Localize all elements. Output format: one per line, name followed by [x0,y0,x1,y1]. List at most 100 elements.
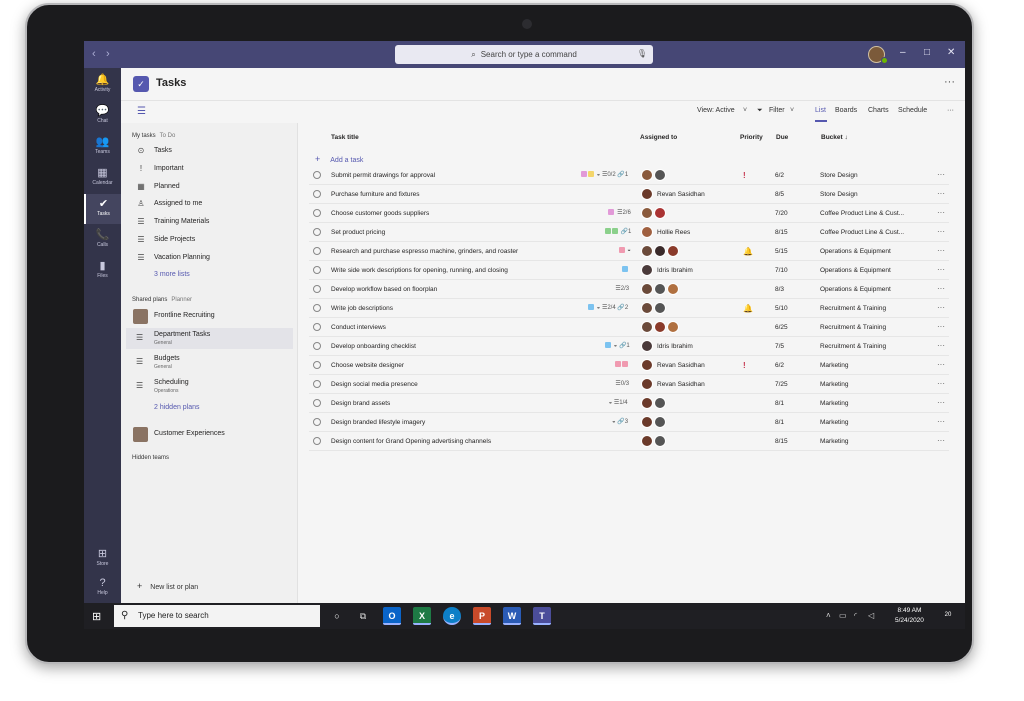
col-assigned[interactable]: Assigned to [640,134,677,141]
task-title[interactable]: Choose customer goods suppliers [331,210,429,217]
assignee-avatar[interactable] [641,226,653,238]
microphone-icon[interactable]: 🎙 [637,49,647,58]
sidebar-item-planned[interactable]: ▦ Planned [126,179,293,196]
chevron-up-icon[interactable]: ˄ [826,611,831,620]
task-complete-checkbox[interactable] [313,304,321,312]
more-options-icon[interactable]: ··· [937,227,945,236]
excel-icon[interactable]: X [413,607,431,625]
task-row[interactable]: Design branded lifestyle imagery ◒ 🔗3 8/1… [309,413,949,432]
tab-list[interactable]: List [815,107,826,114]
assignee-avatar[interactable] [654,435,666,447]
task-row[interactable]: Conduct interviews 6/25 Recruitment & Tra… [309,318,949,337]
task-title[interactable]: Write job descriptions [331,305,393,312]
task-title[interactable]: Develop workflow based on floorplan [331,286,437,293]
more-options-icon[interactable]: ··· [937,398,945,407]
battery-icon[interactable]: ▭ [839,611,847,620]
more-options-icon[interactable]: ··· [937,170,945,179]
appbar-help[interactable]: ? Help [84,573,121,603]
col-bucket[interactable]: Bucket ↓ [821,134,848,141]
plan-department-tasks[interactable]: ☰ Department Tasks General [126,328,293,349]
task-complete-checkbox[interactable] [313,266,321,274]
assignee-avatar[interactable] [667,245,679,257]
hamburger-menu-icon[interactable]: ☰ [137,106,146,117]
sidebar-item-side-projects[interactable]: ☰ Side Projects [126,232,293,249]
task-title[interactable]: Develop onboarding checklist [331,343,416,350]
appbar-teams[interactable]: 👥 Teams [84,132,121,162]
hidden-teams-heading[interactable]: Hidden teams [132,455,169,461]
task-complete-checkbox[interactable] [313,380,321,388]
sidebar-item-assigned[interactable]: ♙ Assigned to me [126,196,293,213]
task-title[interactable]: Research and purchase espresso machine, … [331,248,518,255]
task-complete-checkbox[interactable] [313,437,321,445]
tab-charts[interactable]: Charts [868,107,889,114]
task-title[interactable]: Write side work descriptions for opening… [331,267,508,274]
assignee-avatar[interactable] [641,169,653,181]
more-options-icon[interactable]: ··· [937,360,945,369]
appbar-chat[interactable]: 💬 Chat [84,101,121,131]
windows-start-icon[interactable]: ⊞ [92,610,101,623]
more-options-icon[interactable]: ··· [947,107,954,114]
more-options-icon[interactable]: ··· [937,436,945,445]
task-row[interactable]: Submit permit drawings for approval ◒ ☰0… [309,166,949,185]
task-complete-checkbox[interactable] [313,361,321,369]
volume-icon[interactable]: ◁ [868,611,874,620]
more-options-icon[interactable]: ··· [937,341,945,350]
task-row[interactable]: Purchase furniture and fixtures Revan Sa… [309,185,949,204]
task-view-icon[interactable]: ⧉ [354,607,372,625]
task-title[interactable]: Design branded lifestyle imagery [331,419,425,426]
assignee-avatar[interactable] [654,416,666,428]
task-title[interactable]: Choose website designer [331,362,404,369]
back-arrow-icon[interactable]: ‹ [92,48,96,60]
task-row[interactable]: Set product pricing 🔗1 Hollie Rees 8/15 Cof… [309,223,949,242]
assignee-avatar[interactable] [667,283,679,295]
assignee-avatar[interactable] [641,340,653,352]
col-priority[interactable]: Priority [740,134,763,141]
assignee-avatar[interactable] [667,321,679,333]
assignee-avatar[interactable] [641,302,653,314]
assignee-avatar[interactable] [641,321,653,333]
task-row[interactable]: Choose website designer Revan Sasidhan! 6… [309,356,949,375]
taskbar-clock[interactable]: 8:49 AM 5/24/2020 [895,606,924,626]
add-task-button[interactable]: + Add a task [315,154,363,164]
assignee-avatar[interactable] [641,416,653,428]
assignee-avatar[interactable] [654,207,666,219]
task-row[interactable]: Research and purchase espresso machine, … [309,242,949,261]
more-options-icon[interactable]: ··· [937,284,945,293]
close-button[interactable]: ✕ [947,47,955,58]
plan-scheduling[interactable]: ☰ Scheduling Operations [126,376,293,397]
teams-taskbar-icon[interactable]: T [533,607,551,625]
assignee-avatar[interactable] [654,245,666,257]
task-row[interactable]: Write job descriptions ◒ ☰2/4 🔗2 🔔 5/10 Rec… [309,299,949,318]
more-options-icon[interactable]: ··· [937,208,945,217]
assignee-avatar[interactable] [641,207,653,219]
more-options-icon[interactable]: ··· [937,303,945,312]
assignee-avatar[interactable] [641,359,653,371]
team-customer-experiences[interactable]: Customer Experiences [126,424,293,445]
taskbar-search[interactable]: ⚲ Type here to search [114,605,320,627]
assignee-avatar[interactable] [641,245,653,257]
task-title[interactable]: Design social media presence [331,381,418,388]
assignee-avatar[interactable] [641,264,653,276]
task-row[interactable]: Develop workflow based on floorplan ☰2/3… [309,280,949,299]
sidebar-item-training[interactable]: ☰ Training Materials [126,214,293,231]
appbar-tasks[interactable]: ✔ Tasks [84,194,121,224]
assignee-avatar[interactable] [654,321,666,333]
plan-frontline-recruiting[interactable]: Frontline Recruiting [126,306,293,327]
command-search-box[interactable]: ⌕ Search or type a command 🎙 [395,45,653,64]
more-lists-link[interactable]: 3 more lists [126,267,293,284]
new-list-button[interactable]: + New list or plan [137,581,198,591]
view-dropdown[interactable]: View: Active [697,107,735,114]
assignee-avatar[interactable] [654,283,666,295]
plan-budgets[interactable]: ☰ Budgets General [126,352,293,373]
sidebar-item-tasks[interactable]: ⊙ Tasks [126,143,293,160]
forward-arrow-icon[interactable]: › [106,48,110,60]
task-row[interactable]: Design brand assets ◒ ☰1/4 8/1 Marketing ··… [309,394,949,413]
tab-schedule[interactable]: Schedule [898,107,927,114]
task-title[interactable]: Conduct interviews [331,324,386,331]
minimize-button[interactable]: – [900,47,906,58]
assignee-avatar[interactable] [654,169,666,181]
hidden-plans-link[interactable]: 2 hidden plans [126,400,293,417]
sidebar-item-important[interactable]: ! Important [126,161,293,178]
assignee-avatar[interactable] [641,188,653,200]
task-complete-checkbox[interactable] [313,418,321,426]
